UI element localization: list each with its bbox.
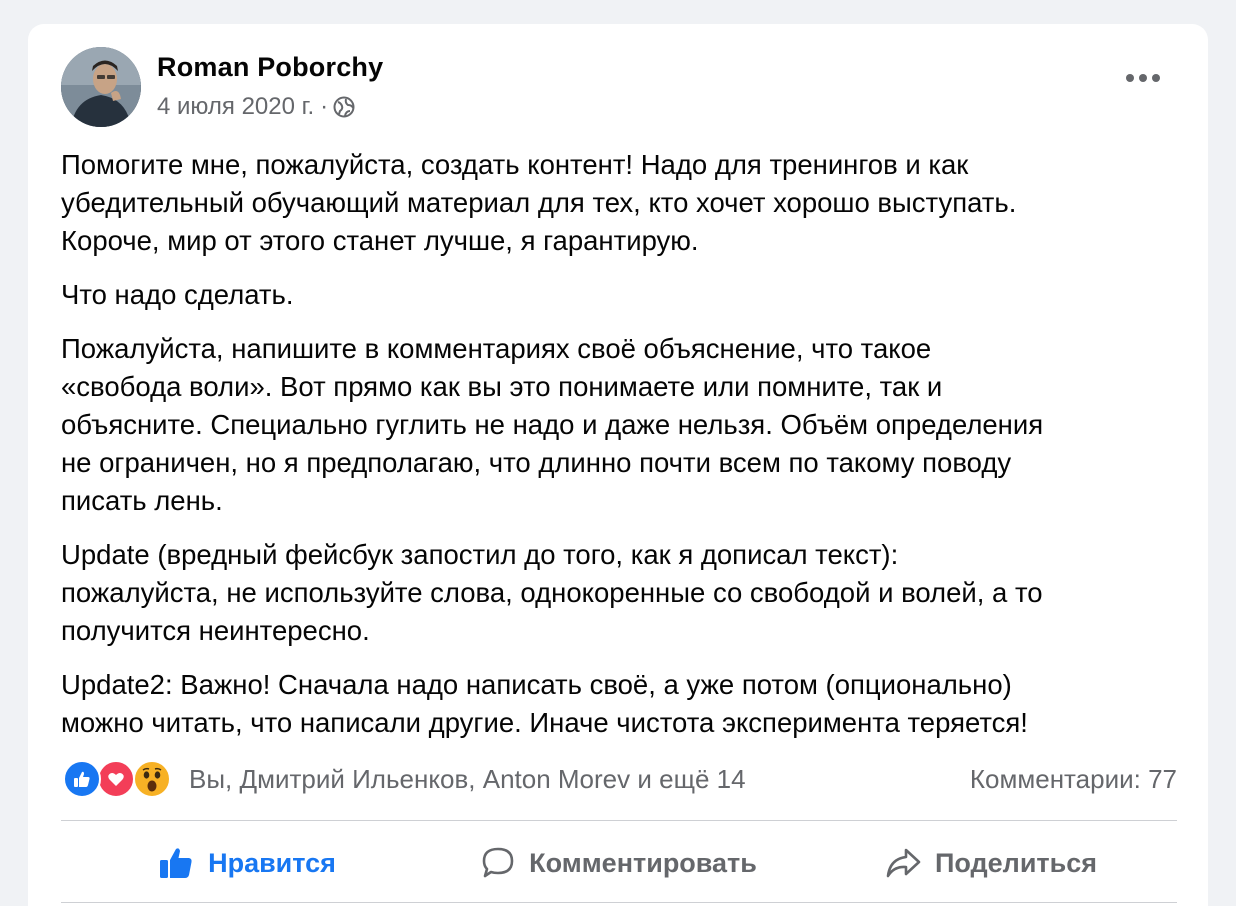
share-label: Поделиться — [934, 847, 1098, 878]
author-avatar[interactable] — [61, 47, 141, 127]
like-icon — [63, 760, 101, 798]
more-options-icon[interactable] — [1126, 74, 1160, 82]
comment-label: Комментировать — [529, 847, 757, 878]
divider — [61, 902, 1177, 903]
reaction-icons[interactable] — [63, 760, 173, 798]
post-date[interactable]: 4 июля 2020 г. — [157, 93, 314, 121]
love-icon — [97, 760, 135, 798]
post-paragraph: Помогите мне, пожалуйста, создать контен… — [61, 149, 1017, 256]
post-paragraph: Update (вредный фейсбук запостил до того… — [61, 539, 1043, 646]
globe-icon[interactable] — [333, 96, 355, 118]
share-icon — [886, 848, 921, 878]
post-paragraph: Что надо сделать. — [61, 279, 294, 310]
comment-button[interactable]: Комментировать — [433, 830, 805, 896]
post-paragraph: Пожалуйста, напишите в комментариях своё… — [61, 333, 1044, 516]
comment-count[interactable]: Комментарии: 77 — [970, 764, 1177, 795]
thumbs-up-icon — [160, 848, 192, 878]
divider — [61, 820, 1177, 821]
post-card: Roman Poborchy 4 июля 2020 г. · Помогите… — [28, 24, 1208, 906]
author-name[interactable]: Roman Poborchy — [157, 52, 383, 83]
share-button[interactable]: Поделиться — [805, 830, 1177, 896]
dot-icon — [1152, 74, 1160, 82]
dot-icon — [1126, 74, 1134, 82]
post-actions: Нравится Комментировать Поделиться — [61, 830, 1177, 896]
reaction-names[interactable]: Вы, Дмитрий Ильенков, Anton Morev и ещё … — [189, 764, 746, 795]
post-meta: 4 июля 2020 г. · — [157, 93, 355, 121]
wow-icon — [133, 760, 171, 798]
post-body: Помогите мне, пожалуйста, создать контен… — [61, 146, 1181, 758]
reactions-summary: Вы, Дмитрий Ильенков, Anton Morev и ещё … — [61, 757, 1177, 801]
post-paragraph: Update2: Важно! Сначала надо написать св… — [61, 669, 1028, 738]
like-button[interactable]: Нравится — [61, 830, 433, 896]
dot-icon — [1139, 74, 1147, 82]
like-label: Нравится — [208, 847, 336, 878]
comment-icon — [482, 847, 514, 878]
meta-separator: · — [320, 93, 329, 120]
